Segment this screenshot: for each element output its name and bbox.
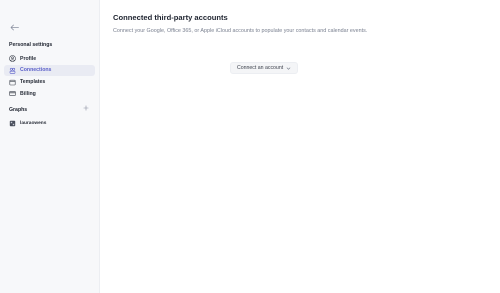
personal-settings-heading: Personal settings xyxy=(9,42,53,48)
page-title: Connected third-party accounts xyxy=(113,13,228,22)
sidebar: Personal settings Profile Connections Te… xyxy=(0,0,100,293)
credit-card-icon xyxy=(9,90,16,97)
sidebar-item-templates[interactable]: Templates xyxy=(4,77,95,88)
sidebar-item-label: Billing xyxy=(20,90,36,97)
graphs-heading: Graphs xyxy=(9,107,28,113)
sidebar-item-label: Profile xyxy=(20,55,37,62)
arrow-left-icon xyxy=(10,18,19,36)
add-graph-button[interactable] xyxy=(82,105,90,113)
link-people-icon xyxy=(9,67,16,74)
chevron-down-icon xyxy=(286,66,291,71)
main-content: Connected third-party accounts Connect y… xyxy=(100,0,500,293)
connect-account-label: Connect an account xyxy=(237,65,284,71)
graph-item-label: lauraowens xyxy=(20,121,47,126)
sidebar-item-label: Templates xyxy=(20,79,46,86)
connect-account-button[interactable]: Connect an account xyxy=(230,62,299,74)
graph-item-lauraowens[interactable]: lauraowens xyxy=(4,118,95,129)
page-subtitle: Connect your Google, Office 365, or Appl… xyxy=(113,28,368,34)
user-circle-icon xyxy=(9,55,16,62)
sidebar-item-label: Connections xyxy=(20,67,52,74)
settings-nav: Profile Connections Templates Billing xyxy=(4,53,95,100)
sidebar-item-profile[interactable]: Profile xyxy=(4,53,95,64)
app-window: Personal settings Profile Connections Te… xyxy=(0,0,500,293)
back-button[interactable] xyxy=(8,21,20,33)
sidebar-item-billing[interactable]: Billing xyxy=(4,88,95,99)
template-icon xyxy=(9,79,16,86)
graph-icon xyxy=(9,120,16,127)
sidebar-item-connections[interactable]: Connections xyxy=(4,64,95,76)
plus-icon xyxy=(83,105,89,113)
